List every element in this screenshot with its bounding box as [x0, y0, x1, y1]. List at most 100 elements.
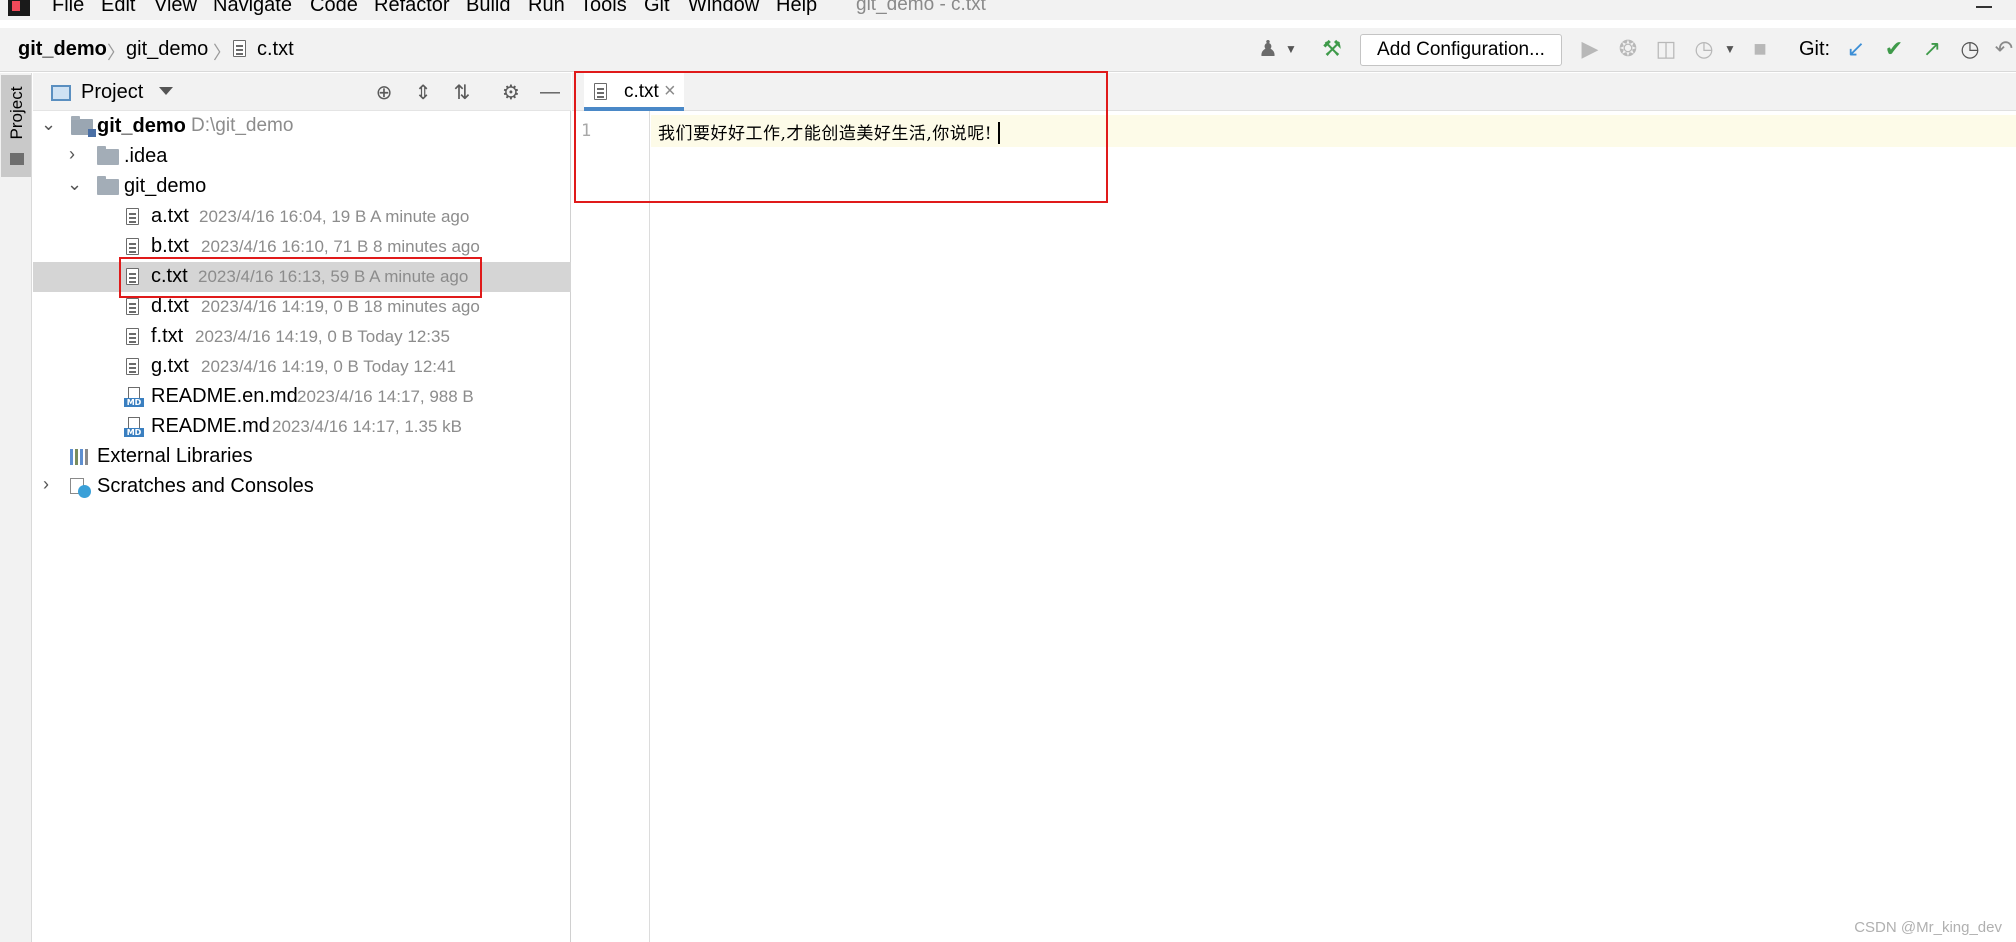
profile-icon[interactable]: ◷	[1692, 36, 1716, 61]
build-hammer-icon[interactable]: ⚒	[1320, 36, 1344, 61]
file-name: a.txt	[151, 205, 189, 227]
text-file-icon	[233, 40, 246, 57]
tree-file-f[interactable]: f.txt 2023/4/16 14:19, 0 B Today 12:35	[33, 322, 571, 352]
menu-build[interactable]: Build	[466, 0, 510, 17]
breadcrumb-separator-icon: 〉	[107, 43, 125, 63]
menu-tools[interactable]: Tools	[580, 0, 627, 17]
file-name: README.en.md	[151, 385, 298, 407]
file-meta: 2023/4/16 16:04, 19 B A minute ago	[199, 207, 470, 226]
git-update-icon[interactable]: ↙	[1844, 36, 1868, 61]
project-panel-header: Project ⊕ ⇕ ⇅ ⚙ —	[33, 73, 571, 111]
coverage-icon[interactable]: ◫	[1654, 36, 1678, 61]
tree-file-c-selected[interactable]: c.txt 2023/4/16 16:13, 59 B A minute ago	[33, 262, 571, 292]
breadcrumb-folder[interactable]: git_demo	[126, 38, 208, 61]
tree-node-external-libraries[interactable]: External Libraries	[33, 442, 571, 472]
tool-window-stripe: Project	[0, 73, 32, 942]
watermark: CSDN @Mr_king_dev	[1854, 919, 2002, 936]
file-name: b.txt	[151, 235, 189, 257]
user-icon[interactable]: ♟	[1256, 36, 1280, 61]
breadcrumb-file[interactable]: c.txt	[257, 38, 294, 61]
hide-icon[interactable]: —	[538, 80, 562, 104]
text-file-icon	[126, 298, 139, 315]
collapse-all-icon[interactable]: ⇅	[450, 80, 474, 104]
chevron-down-icon[interactable]: ▼	[1718, 37, 1742, 61]
chevron-down-icon[interactable]: ⌄	[41, 114, 56, 135]
git-history-icon[interactable]: ◷	[1958, 36, 1982, 61]
text-file-icon	[126, 208, 139, 225]
menu-navigate[interactable]: Navigate	[213, 0, 292, 17]
tree-node-subfolder[interactable]: ⌄ git_demo	[33, 172, 571, 202]
minimize-icon[interactable]	[1976, 6, 1992, 8]
menu-run[interactable]: Run	[528, 0, 565, 17]
root-path: D:\git_demo	[191, 115, 294, 136]
chevron-right-icon[interactable]: ›	[69, 144, 75, 165]
file-meta: 2023/4/16 16:10, 71 B 8 minutes ago	[201, 237, 480, 256]
project-panel: Project ⊕ ⇕ ⇅ ⚙ — ⌄ git_demo D:\git_demo…	[33, 73, 571, 942]
tree-file-d[interactable]: d.txt 2023/4/16 14:19, 0 B 18 minutes ag…	[33, 292, 571, 322]
file-name: f.txt	[151, 325, 184, 347]
menu-file[interactable]: File	[52, 0, 84, 17]
navigation-bar: git_demo 〉 git_demo 〉 c.txt ♟ ▼ ⚒ Add Co…	[0, 28, 2016, 72]
markdown-file-icon: MD	[124, 417, 144, 437]
expand-all-icon[interactable]: ⇕	[411, 80, 435, 104]
folder-icon	[97, 146, 119, 165]
file-meta: 2023/4/16 14:17, 988 B	[297, 387, 474, 406]
text-file-icon	[126, 328, 139, 345]
menu-refactor[interactable]: Refactor	[374, 0, 450, 17]
menu-view[interactable]: View	[154, 0, 197, 17]
tree-node-idea[interactable]: › .idea	[33, 142, 571, 172]
breadcrumb-project[interactable]: git_demo	[18, 38, 107, 61]
window-title: git_demo - c.txt	[856, 0, 986, 15]
library-icon	[70, 449, 92, 465]
intellij-logo-icon	[8, 0, 30, 16]
markdown-file-icon: MD	[124, 387, 144, 407]
project-tool-tab-label: Project	[7, 86, 26, 140]
tab-c-txt[interactable]: c.txt ×	[584, 73, 684, 111]
chevron-down-icon[interactable]: ⌄	[67, 174, 82, 195]
menu-window[interactable]: Window	[688, 0, 759, 17]
locate-file-icon[interactable]: ⊕	[372, 80, 396, 104]
menu-edit[interactable]: Edit	[101, 0, 135, 17]
tree-node-root[interactable]: ⌄ git_demo D:\git_demo	[33, 112, 571, 142]
code-line[interactable]: 我们要好好工作,才能创造美好生活,你说呢!	[658, 119, 1001, 144]
breadcrumb-separator-icon: 〉	[213, 43, 231, 63]
scratches-icon	[70, 478, 92, 498]
debug-icon[interactable]: ❂	[1616, 36, 1640, 61]
chevron-down-icon[interactable]: ▼	[1279, 37, 1303, 61]
editor-area: c.txt × 1 我们要好好工作,才能创造美好生活,你说呢!	[572, 71, 2016, 942]
run-icon[interactable]: ▶	[1578, 36, 1602, 61]
git-rollback-icon[interactable]: ↶	[1994, 36, 2014, 61]
file-meta: 2023/4/16 14:19, 0 B Today 12:41	[201, 357, 456, 376]
add-configuration-button[interactable]: Add Configuration...	[1360, 34, 1562, 66]
tree-file-a[interactable]: a.txt 2023/4/16 16:04, 19 B A minute ago	[33, 202, 571, 232]
chevron-right-icon[interactable]: ›	[43, 474, 49, 495]
tree-node-scratches[interactable]: › Scratches and Consoles	[33, 472, 571, 502]
tree-file-readme[interactable]: MD README.md 2023/4/16 14:17, 1.35 kB	[33, 412, 571, 442]
text-file-icon	[594, 83, 607, 100]
tree-file-g[interactable]: g.txt 2023/4/16 14:19, 0 B Today 12:41	[33, 352, 571, 382]
menu-help[interactable]: Help	[776, 0, 817, 17]
tree-file-readme-en[interactable]: MD README.en.md 2023/4/16 14:17, 988 B	[33, 382, 571, 412]
menu-code[interactable]: Code	[310, 0, 358, 17]
project-view-icon	[51, 85, 71, 101]
scratches-label: Scratches and Consoles	[97, 475, 314, 497]
editor-tab-bar: c.txt ×	[572, 73, 2016, 111]
menu-bar: File Edit View Navigate Code Refactor Bu…	[0, 0, 2016, 20]
tree-file-b[interactable]: b.txt 2023/4/16 16:10, 71 B 8 minutes ag…	[33, 232, 571, 262]
line-number: 1	[581, 121, 592, 141]
file-name: d.txt	[151, 295, 189, 317]
file-meta: 2023/4/16 14:19, 0 B 18 minutes ago	[201, 297, 480, 316]
file-name: g.txt	[151, 355, 189, 377]
text-file-icon	[126, 238, 139, 255]
git-commit-icon[interactable]: ✔	[1882, 36, 1906, 61]
project-tool-tab[interactable]: Project	[1, 75, 31, 177]
git-push-icon[interactable]: ↗	[1920, 36, 1944, 61]
gear-icon[interactable]: ⚙	[499, 80, 523, 104]
project-panel-title[interactable]: Project	[81, 81, 143, 104]
chevron-down-icon[interactable]	[159, 87, 173, 95]
close-icon[interactable]: ×	[664, 80, 676, 103]
stop-icon[interactable]: ■	[1748, 36, 1772, 61]
menu-git[interactable]: Git	[644, 0, 670, 17]
line-number-gutter: 1	[572, 111, 650, 942]
text-file-icon	[126, 268, 139, 285]
